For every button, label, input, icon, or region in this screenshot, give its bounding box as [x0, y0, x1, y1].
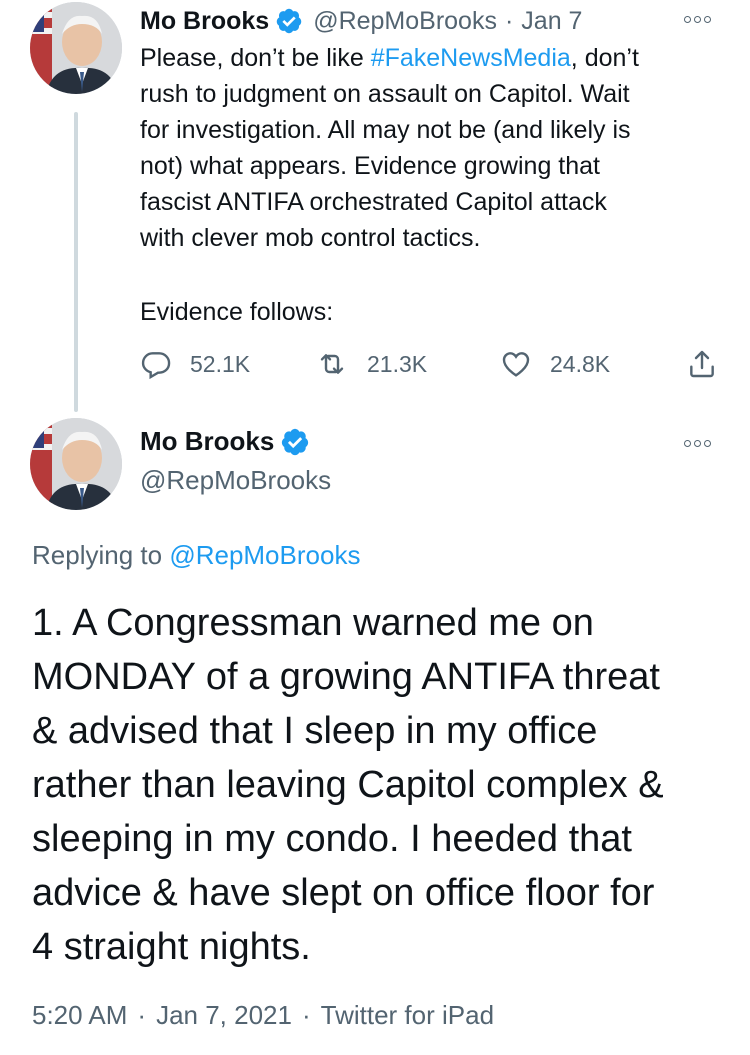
- retweet-icon: [320, 354, 344, 374]
- tweet2-text-line: & advised that I sleep in my office: [32, 710, 598, 752]
- tweet1-text-line: with clever mob control tactics.: [140, 224, 481, 252]
- text-fragment: , don’t: [570, 44, 639, 72]
- reply-count: 52.1K: [190, 350, 251, 377]
- tweet2-handle[interactable]: @RepMoBrooks: [140, 465, 331, 496]
- retweet-count: 21.3K: [367, 350, 428, 377]
- tweet2-author-name[interactable]: Mo Brooks: [140, 426, 274, 457]
- reply-button[interactable]: 52.1K: [140, 344, 250, 384]
- tweet1-text-line: fascist ANTIFA orchestrated Capitol atta…: [140, 188, 607, 216]
- tweet1-header: Mo Brooks @RepMoBrooks · Jan 7: [140, 4, 720, 38]
- thread-connector-line: [74, 112, 78, 412]
- verified-badge-icon: [275, 7, 303, 35]
- replying-mention-link[interactable]: @RepMoBrooks: [169, 540, 360, 570]
- share-button[interactable]: [686, 344, 736, 384]
- hashtag-link[interactable]: #FakeNewsMedia: [371, 44, 571, 72]
- tweet2-full-date[interactable]: Jan 7, 2021: [156, 1000, 292, 1030]
- more-options-icon[interactable]: [684, 440, 711, 447]
- meta-separator: ·: [301, 1000, 311, 1030]
- more-options-icon[interactable]: [684, 16, 711, 23]
- retweet-button[interactable]: 21.3K: [315, 344, 427, 384]
- avatar-photo: [30, 418, 122, 510]
- like-button[interactable]: 24.8K: [500, 344, 610, 384]
- tweet2-text-line: 4 straight nights.: [32, 926, 311, 968]
- tweet1-handle[interactable]: @RepMoBrooks: [313, 7, 497, 36]
- tweet1-text: Please, don’t be like #FakeNewsMedia, do…: [140, 40, 730, 256]
- meta-separator: ·: [137, 1000, 147, 1030]
- share-icon: [690, 350, 714, 378]
- replying-label: Replying to: [32, 540, 170, 570]
- tweet2-text: 1. A Congressman warned me on MONDAY of …: [32, 596, 732, 974]
- tweet1-text-line: Please, don’t be like #FakeNewsMedia, do…: [140, 40, 730, 76]
- tweet1-author-name[interactable]: Mo Brooks: [140, 7, 269, 36]
- tweet2-text-line: 1. A Congressman warned me on: [32, 602, 594, 644]
- tweet1-evidence-line: Evidence follows:: [140, 298, 334, 326]
- avatar[interactable]: [30, 2, 122, 94]
- tweet1-date[interactable]: Jan 7: [521, 7, 582, 36]
- like-count: 24.8K: [550, 350, 611, 377]
- verified-badge-icon: [280, 427, 310, 457]
- tweet2-text-line: MONDAY of a growing ANTIFA threat: [32, 656, 660, 698]
- text-fragment: Please, don’t be like: [140, 44, 371, 72]
- tweet1-separator: ·: [504, 6, 514, 35]
- tweet2-author: Mo Brooks: [140, 426, 310, 457]
- tweet1-text-line: rush to judgment on assault on Capitol. …: [140, 80, 630, 108]
- like-icon: [502, 352, 530, 377]
- tweet2-text-line: rather than leaving Capitol complex &: [32, 764, 664, 806]
- tweet1-text-line: not) what appears. Evidence growing that: [140, 152, 600, 180]
- reply-icon: [141, 352, 171, 380]
- tweet2-time[interactable]: 5:20 AM: [32, 1000, 127, 1030]
- avatar[interactable]: [30, 418, 122, 510]
- tweet2-source[interactable]: Twitter for iPad: [321, 1000, 494, 1030]
- avatar-photo: [30, 2, 122, 94]
- tweet1-text-line: for investigation. All may not be (and l…: [140, 116, 631, 144]
- tweet2-text-line: advice & have slept on office floor for: [32, 872, 655, 914]
- replying-to: Replying to @RepMoBrooks: [32, 540, 360, 571]
- tweet1-action-bar: 52.1K 21.3K 24.8K: [140, 344, 730, 384]
- tweet2-metadata: 5:20 AM · Jan 7, 2021 · Twitter for iPad: [32, 1000, 494, 1031]
- tweet2-text-line: sleeping in my condo. I heeded that: [32, 818, 632, 860]
